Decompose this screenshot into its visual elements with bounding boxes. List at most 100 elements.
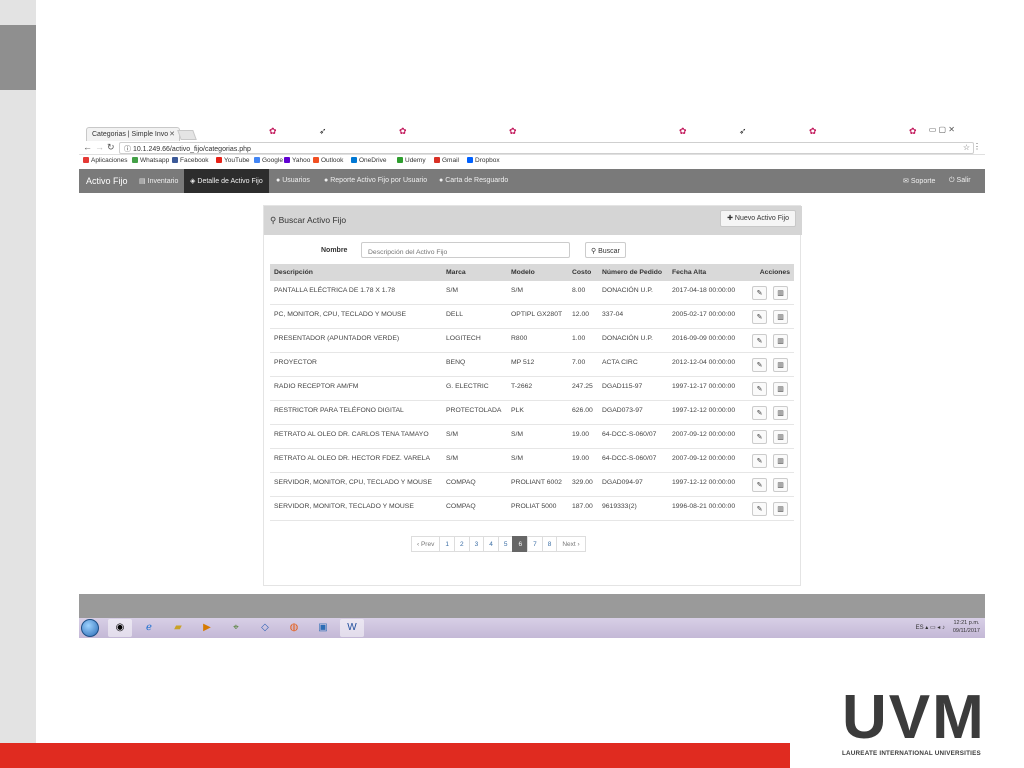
nav-item-carta[interactable]: ● Carta de Resguardo xyxy=(439,169,508,193)
language-indicator[interactable]: ES xyxy=(916,625,924,631)
visual-studio-icon[interactable]: ◇ xyxy=(253,619,277,637)
browser-menu-icon[interactable]: ⋮ xyxy=(973,142,981,151)
edit-button[interactable]: ✎ xyxy=(752,478,767,492)
reload-icon[interactable]: ↻ xyxy=(107,142,115,153)
left-decor-strip xyxy=(0,0,36,768)
bookmark-item[interactable]: OneDrive xyxy=(351,157,386,164)
logo-letters: UVM xyxy=(842,683,986,752)
search-input[interactable] xyxy=(361,242,570,258)
firefox-icon[interactable]: ◍ xyxy=(282,619,306,637)
close-tab-icon[interactable]: ✕ xyxy=(169,130,175,138)
bookmark-item[interactable]: Yahoo xyxy=(284,157,310,164)
delete-button[interactable]: ▥ xyxy=(773,358,788,372)
next-page-button[interactable]: Next › xyxy=(556,536,586,552)
slide: Categorias | Simple Invo ✕ ✿ ➶ ✿ ✿ ✿ ➶ ✿… xyxy=(0,0,1024,768)
network-tool-icon[interactable]: ⌖ xyxy=(224,619,248,637)
page-button-8[interactable]: 8 xyxy=(541,536,558,552)
column-header[interactable]: Marca xyxy=(446,269,466,276)
page-button-3[interactable]: 3 xyxy=(468,536,485,552)
table-row: PROYECTOR BENQ MP 512 7.00 ACTA CIRC 2012-12-… xyxy=(270,353,794,377)
browser-tab[interactable]: Categorias | Simple Invo ✕ xyxy=(86,127,180,141)
edit-button[interactable]: ✎ xyxy=(752,430,767,444)
edit-button[interactable]: ✎ xyxy=(752,382,767,396)
column-header[interactable]: Fecha Alta xyxy=(672,269,706,276)
nav-item-detalle[interactable]: ◈ Detalle de Activo Fijo xyxy=(184,169,269,193)
bookmark-item[interactable]: Outlook xyxy=(313,157,343,164)
prev-page-button[interactable]: ‹ Prev xyxy=(411,536,441,552)
nav-item-label: Inventario xyxy=(147,178,179,185)
os-taskbar: ◉ ℯ ▰ ▶ ⌖ ◇ ◍ ▣ W ES ▴ ▭ ◂ ♪ 12:21 p.m. … xyxy=(79,618,985,638)
nav-item-inventario[interactable]: ▤ Inventario xyxy=(139,169,178,193)
table-cell: 64-DCC-S-060/07 xyxy=(602,455,657,462)
bookmark-item[interactable]: Dropbox xyxy=(467,157,500,164)
clock[interactable]: 12:21 p.m. 09/11/2017 xyxy=(953,620,980,635)
brand-link[interactable]: Activo Fijo xyxy=(86,176,128,186)
new-tab-button[interactable] xyxy=(177,130,197,140)
url-input[interactable]: ⓘ 10.1.249.66/activo_fijo/categorias.php… xyxy=(119,142,974,154)
delete-button[interactable]: ▥ xyxy=(773,310,788,324)
edit-button[interactable]: ✎ xyxy=(752,406,767,420)
flower-decor-icon: ✿ xyxy=(679,126,687,136)
page-button-5[interactable]: 5 xyxy=(497,536,514,552)
page-button-2[interactable]: 2 xyxy=(453,536,470,552)
delete-button[interactable]: ▥ xyxy=(773,334,788,348)
new-asset-button[interactable]: ✚ Nuevo Activo Fijo xyxy=(720,210,796,227)
list-icon: ▤ xyxy=(139,178,146,185)
delete-button[interactable]: ▥ xyxy=(773,382,788,396)
delete-button[interactable]: ▥ xyxy=(773,502,788,516)
delete-button[interactable]: ▥ xyxy=(773,430,788,444)
table-cell: PROTECTOLADA xyxy=(446,407,502,414)
edit-button[interactable]: ✎ xyxy=(752,310,767,324)
nav-item-label: Reporte Activo Fijo por Usuario xyxy=(330,177,428,184)
bookmark-item[interactable]: YouTube xyxy=(216,157,250,164)
forward-arrow-icon[interactable]: → xyxy=(95,142,104,152)
edit-button[interactable]: ✎ xyxy=(752,502,767,516)
delete-button[interactable]: ▥ xyxy=(773,478,788,492)
nav-item-salir[interactable]: ⏻ Salir xyxy=(949,169,971,193)
bookmark-star-icon[interactable]: ☆ xyxy=(963,143,970,152)
column-header[interactable]: Costo xyxy=(572,269,591,276)
delete-button[interactable]: ▥ xyxy=(773,286,788,300)
chrome-icon[interactable]: ◉ xyxy=(108,619,132,637)
bookmark-item[interactable]: Google xyxy=(254,157,283,164)
media-player-icon[interactable]: ▶ xyxy=(195,619,219,637)
tray-icons[interactable]: ▴ ▭ ◂ ♪ xyxy=(925,625,945,631)
table-row: RADIO RECEPTOR AM/FM G. ELECTRIC T-2662 247… xyxy=(270,377,794,401)
column-header[interactable]: Acciones xyxy=(760,269,790,276)
edit-button[interactable]: ✎ xyxy=(752,334,767,348)
table-cell: RETRATO AL OLEO DR. HECTOR FDEZ. VARELA xyxy=(274,455,430,462)
bookmark-item[interactable]: Whatsapp xyxy=(132,157,169,164)
edit-button[interactable]: ✎ xyxy=(752,454,767,468)
bookmark-item[interactable]: Udemy xyxy=(397,157,426,164)
edit-button[interactable]: ✎ xyxy=(752,358,767,372)
nav-item-soporte[interactable]: ✉ Soporte xyxy=(903,169,935,193)
page-button-6[interactable]: 6 xyxy=(512,536,529,552)
delete-button[interactable]: ▥ xyxy=(773,454,788,468)
remote-desktop-icon[interactable]: ▣ xyxy=(311,619,335,637)
delete-button[interactable]: ▥ xyxy=(773,406,788,420)
page-button-4[interactable]: 4 xyxy=(483,536,499,552)
nav-item-label: Salir xyxy=(956,177,971,184)
ie-icon[interactable]: ℯ xyxy=(137,619,161,637)
nav-item-usuarios[interactable]: ● Usuarios xyxy=(276,169,310,193)
start-button[interactable] xyxy=(81,619,99,637)
bookmark-item[interactable]: Aplicaciones xyxy=(83,157,128,164)
window-controls[interactable]: ▭ ▢ ✕ xyxy=(929,125,955,134)
bookmark-icon xyxy=(467,157,473,163)
bookmark-item[interactable]: Gmail xyxy=(434,157,459,164)
page-button-1[interactable]: 1 xyxy=(439,536,455,552)
bookmark-item[interactable]: Facebook xyxy=(172,157,209,164)
edit-button[interactable]: ✎ xyxy=(752,286,767,300)
nav-item-reporte[interactable]: ● Reporte Activo Fijo por Usuario xyxy=(324,169,427,193)
bookmark-label: Udemy xyxy=(405,157,426,164)
word-icon[interactable]: W xyxy=(340,619,364,637)
search-button[interactable]: ⚲ Buscar xyxy=(585,242,626,258)
back-arrow-icon[interactable]: ← xyxy=(83,142,92,152)
table-cell: OPTIPL GX280T xyxy=(511,311,563,318)
column-header[interactable]: Modelo xyxy=(511,269,535,276)
column-header[interactable]: Descripción xyxy=(274,269,313,276)
folder-icon[interactable]: ▰ xyxy=(166,619,190,637)
column-header[interactable]: Número de Pedido xyxy=(602,269,662,276)
table-cell: PLK xyxy=(511,407,524,414)
page-button-7[interactable]: 7 xyxy=(527,536,543,552)
